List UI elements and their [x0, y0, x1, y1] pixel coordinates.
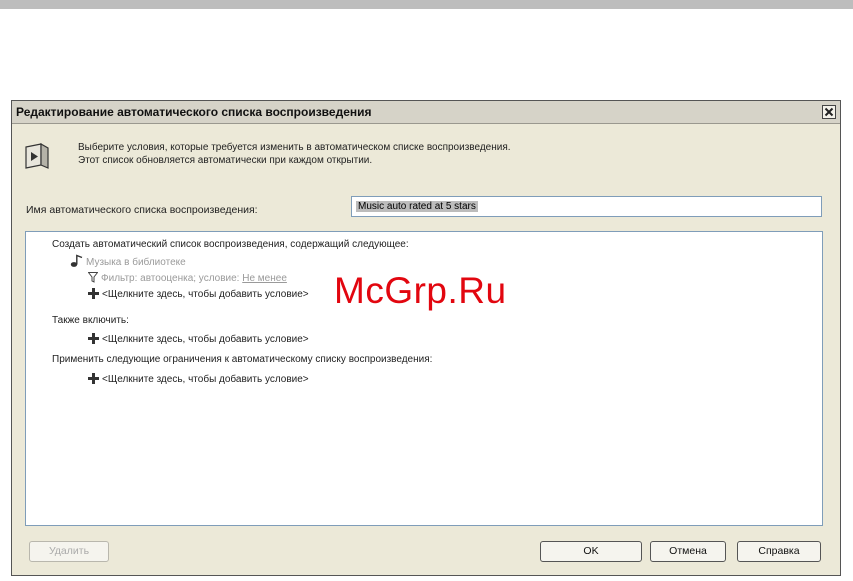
- top-gray-bar: [0, 0, 853, 9]
- add-condition-1-label: <Щелкните здесь, чтобы добавить условие>: [102, 289, 309, 300]
- add-condition-2-label: <Щелкните здесь, чтобы добавить условие>: [102, 334, 309, 345]
- plus-icon: [88, 333, 99, 344]
- description-line-1: Выберите условия, которые требуется изме…: [78, 142, 511, 153]
- add-condition-3-label: <Щелкните здесь, чтобы добавить условие>: [102, 374, 309, 385]
- tree-header: Создать автоматический список воспроизве…: [52, 239, 409, 250]
- ok-button[interactable]: OK: [540, 541, 642, 562]
- playlist-name-label: Имя автоматического списка воспроизведен…: [26, 204, 258, 216]
- tree-restrictions: Применить следующие ограничения к автома…: [52, 354, 433, 365]
- tree-add-condition-3[interactable]: <Щелкните здесь, чтобы добавить условие>: [88, 373, 309, 386]
- music-note-icon: [70, 254, 83, 267]
- dialog-titlebar: Редактирование автоматического списка во…: [12, 101, 840, 124]
- library-label: Музыка в библиотеке: [86, 257, 186, 268]
- delete-button[interactable]: Удалить: [29, 541, 109, 562]
- funnel-icon: [88, 272, 98, 283]
- tree-item-filter[interactable]: Фильтр: автооценка; условие: Не менее: [88, 272, 287, 285]
- tree-add-condition-2[interactable]: <Щелкните здесь, чтобы добавить условие>: [88, 333, 309, 346]
- close-button[interactable]: [822, 105, 836, 119]
- playlist-icon: [25, 142, 49, 169]
- tree-also-include: Также включить:: [52, 315, 129, 326]
- playlist-name-value: Music auto rated at 5 stars: [356, 201, 478, 212]
- plus-icon: [88, 373, 99, 384]
- dialog-title: Редактирование автоматического списка во…: [16, 105, 372, 119]
- close-icon: [824, 107, 834, 117]
- description-line-2: Этот список обновляется автоматически пр…: [78, 155, 373, 166]
- filter-prefix: Фильтр: автооценка; условие:: [101, 273, 240, 284]
- watermark-text: McGrp.Ru: [334, 270, 507, 311]
- tree-add-condition-1[interactable]: <Щелкните здесь, чтобы добавить условие>: [88, 288, 309, 301]
- dialog-description: Выберите условия, которые требуется изме…: [78, 141, 511, 167]
- plus-icon: [88, 288, 99, 299]
- help-button[interactable]: Справка: [737, 541, 821, 562]
- filter-condition-link[interactable]: Не менее: [242, 273, 287, 284]
- edit-auto-playlist-dialog: Редактирование автоматического списка во…: [11, 100, 841, 576]
- tree-item-library[interactable]: Музыка в библиотеке: [70, 254, 186, 269]
- cancel-button[interactable]: Отмена: [650, 541, 726, 562]
- playlist-name-input[interactable]: Music auto rated at 5 stars: [351, 196, 822, 217]
